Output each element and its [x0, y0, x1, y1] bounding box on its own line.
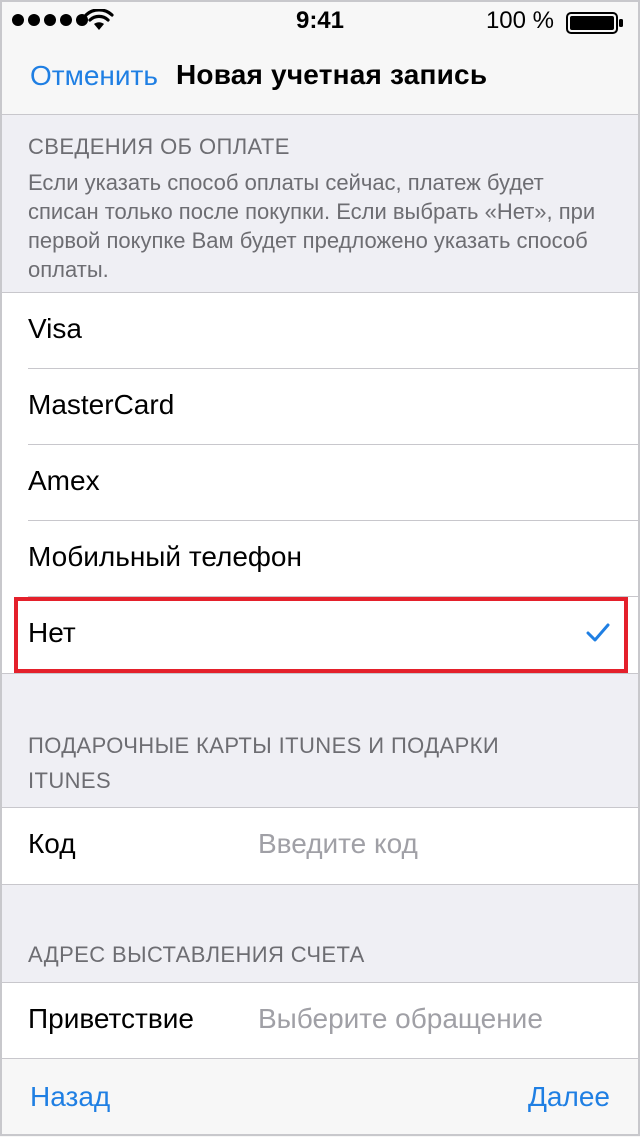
salutation-label: Приветствие [28, 1003, 194, 1034]
payment-option-label: Мобильный телефон [28, 541, 302, 572]
billing-section-header: АДРЕС ВЫСТАВЛЕНИЯ СЧЕТА [28, 942, 365, 967]
checkmark-icon [586, 623, 610, 642]
salutation-row[interactable]: Приветствие Выберите обращение [0, 983, 640, 1059]
payment-option-label: MasterCard [28, 389, 175, 420]
payment-option-mastercard[interactable]: MasterCard [0, 369, 640, 445]
page-title: Новая учетная запись [176, 59, 488, 90]
next-button[interactable]: Далее [528, 1081, 610, 1113]
payment-option-label: Visa [28, 313, 82, 344]
top-bar: 9:41 100 % Отменить Новая учетная запись [0, 0, 640, 115]
salutation-select[interactable]: Выберите обращение [258, 1003, 543, 1035]
payment-option-label: Нет [28, 617, 76, 648]
payment-option-visa[interactable]: Visa [0, 293, 640, 369]
back-button[interactable]: Назад [30, 1081, 110, 1113]
payment-option-none[interactable]: Нет [0, 597, 640, 673]
battery-percent: 100 % [485, 7, 554, 34]
battery-icon [566, 12, 623, 34]
payment-option-amex[interactable]: Amex [0, 445, 640, 521]
gift-cards-section-header: ПОДАРОЧНЫЕ КАРТЫ ITUNES И ПОДАРКИ ITUNES [28, 733, 500, 793]
gift-card-code-row: Код Введите код [0, 808, 640, 884]
payment-description: Если указать способ оплаты сейчас, плате… [28, 170, 596, 282]
payment-option-mobile-phone[interactable]: Мобильный телефон [0, 521, 640, 597]
code-input[interactable]: Введите код [258, 828, 418, 860]
payment-section-header: СВЕДЕНИЯ ОБ ОПЛАТЕ [28, 134, 290, 159]
status-bar: 9:41 100 % [0, 0, 640, 40]
payment-option-label: Amex [28, 465, 100, 496]
gift-card-code-group: Код Введите код [0, 807, 640, 885]
navigation-bar: Отменить Новая учетная запись [0, 40, 640, 114]
code-label: Код [28, 828, 76, 859]
payment-options-list: Visa MasterCard Amex Мобильный телефон Н… [0, 292, 640, 674]
billing-group: Приветствие Выберите обращение [0, 982, 640, 1061]
cancel-button[interactable]: Отменить [30, 60, 158, 92]
bottom-toolbar: Назад Далее [0, 1058, 640, 1137]
